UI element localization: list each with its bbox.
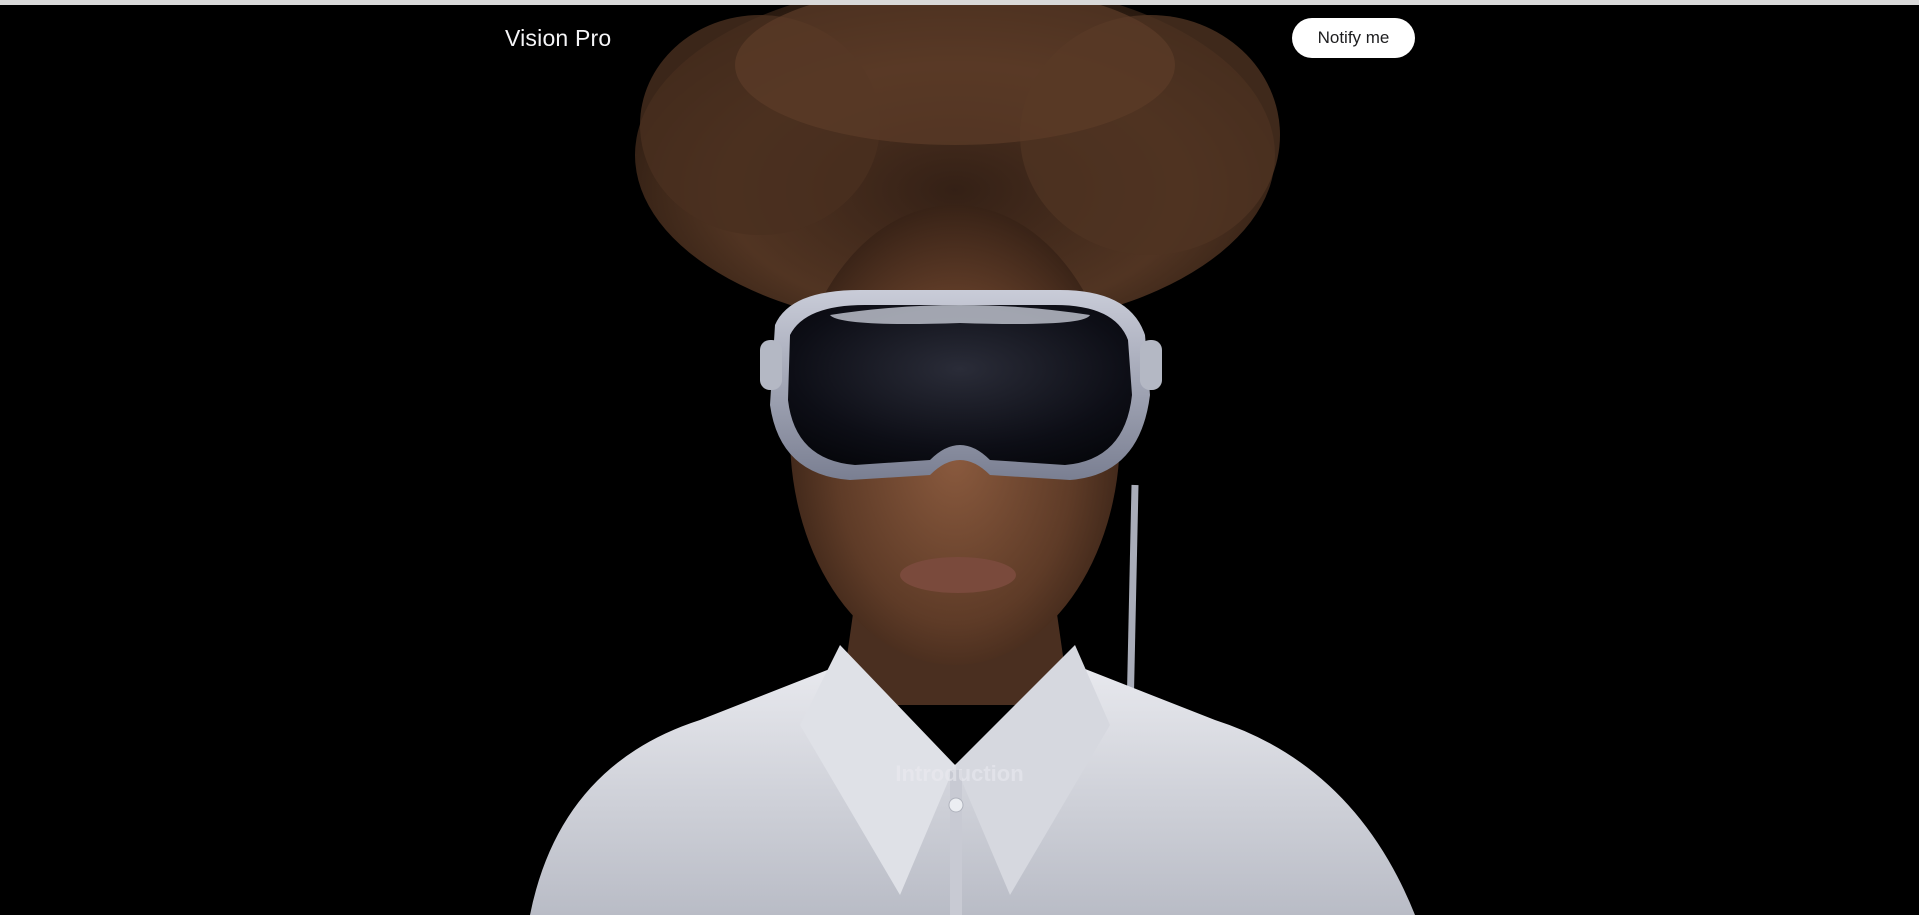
lips [900,557,1016,593]
hero-caption: Introduction [895,761,1024,786]
top-navigation: Vision Pro Notify me [0,5,1919,69]
headset [760,290,1162,480]
headset-cable [1126,484,1139,716]
hero-section: Vision Pro Notify me Introduction [0,5,1919,915]
notify-me-button[interactable]: Notify me [1292,18,1415,58]
brand-title[interactable]: Vision Pro [505,25,611,52]
